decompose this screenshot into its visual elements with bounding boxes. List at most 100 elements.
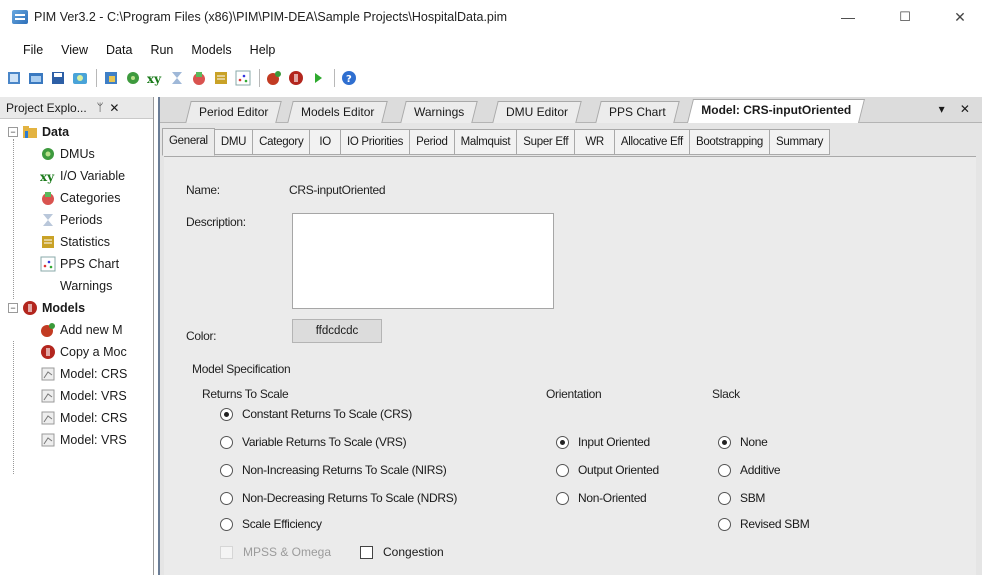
menu-view[interactable]: View — [52, 41, 97, 59]
help-icon[interactable]: ? — [341, 70, 357, 86]
tab-warnings[interactable]: Warnings — [400, 101, 478, 123]
radio-slack-revised-sbm[interactable]: Revised SBM — [718, 517, 810, 531]
radio-slack-none[interactable]: None — [718, 435, 768, 449]
categories-icon[interactable] — [191, 70, 207, 86]
radio-vrs[interactable]: Variable Returns To Scale (VRS) — [220, 435, 407, 449]
subtab-wr[interactable]: WR — [574, 129, 615, 155]
tab-period-editor[interactable]: Period Editor — [185, 101, 283, 123]
new-project-icon[interactable] — [6, 70, 22, 86]
properties-icon[interactable] — [103, 70, 119, 86]
maximize-button[interactable]: ☐ — [895, 8, 915, 26]
radio-slack-additive[interactable]: Additive — [718, 463, 781, 477]
radio-input-oriented[interactable]: Input Oriented — [556, 435, 650, 449]
tree-group-models[interactable]: − Models — [0, 297, 153, 319]
description-label: Description: — [186, 215, 246, 229]
radio-button[interactable] — [220, 517, 233, 531]
menu-file[interactable]: File — [14, 41, 52, 59]
subtab-category[interactable]: Category — [252, 129, 311, 155]
copy-model-icon[interactable] — [288, 70, 304, 86]
statistics-icon[interactable] — [213, 70, 229, 86]
radio-nirs[interactable]: Non-Increasing Returns To Scale (NIRS) — [220, 463, 447, 477]
radio-output-oriented[interactable]: Output Oriented — [556, 463, 659, 477]
radio-button-selected[interactable] — [556, 435, 569, 449]
save-icon[interactable] — [50, 70, 66, 86]
tree-item-model[interactable]: Model: CRS — [0, 407, 153, 429]
subtab-allocative-eff[interactable]: Allocative Eff — [613, 129, 690, 155]
run-icon[interactable] — [310, 70, 326, 86]
radio-button[interactable] — [220, 463, 233, 477]
tab-models-editor[interactable]: Models Editor — [287, 101, 389, 123]
radio-button[interactable] — [556, 491, 569, 505]
radio-button-selected[interactable] — [718, 435, 731, 449]
tree-item-io-variable[interactable]: xy I/O Variable — [0, 165, 153, 187]
pps-chart-icon[interactable] — [235, 70, 251, 86]
tree-item-warnings[interactable]: Warnings — [0, 275, 153, 297]
radio-button[interactable] — [718, 491, 731, 505]
add-model-icon[interactable] — [266, 70, 282, 86]
tree-item-add-model[interactable]: Add new M — [0, 319, 153, 341]
toolbar-separator — [334, 69, 335, 87]
subtab-dmu[interactable]: DMU — [213, 129, 254, 155]
explorer-close-icon[interactable]: ✕ — [109, 101, 119, 115]
tree-item-copy-model[interactable]: Copy a Moc — [0, 341, 153, 363]
save-all-icon[interactable] — [72, 70, 88, 86]
io-variable-icon[interactable]: xy — [147, 70, 163, 86]
subtab-io-priorities[interactable]: IO Priorities — [339, 129, 411, 155]
tree-item-periods[interactable]: Periods — [0, 209, 153, 231]
tree-item-label: Model: VRS — [60, 433, 127, 447]
radio-button[interactable] — [220, 491, 233, 505]
tree-item-model[interactable]: Model: CRS — [0, 363, 153, 385]
open-project-icon[interactable] — [28, 70, 44, 86]
radio-button[interactable] — [718, 463, 731, 477]
title-bar: PIM Ver3.2 - C:\Program Files (x86)\PIM\… — [0, 0, 982, 34]
menu-help[interactable]: Help — [241, 41, 285, 59]
tree-item-label: Categories — [60, 191, 121, 205]
radio-ndrs[interactable]: Non-Decreasing Returns To Scale (NDRS) — [220, 491, 457, 505]
svg-text:?: ? — [346, 74, 352, 85]
close-button[interactable]: ✕ — [950, 8, 970, 26]
checkbox[interactable] — [360, 545, 373, 559]
tree-item-dmus[interactable]: DMUs — [0, 143, 153, 165]
subtab-general[interactable]: General — [162, 128, 215, 156]
dmus-icon[interactable] — [125, 70, 141, 86]
radio-non-oriented[interactable]: Non-Oriented — [556, 491, 647, 505]
subtab-malmquist[interactable]: Malmquist — [453, 129, 518, 155]
subtab-summary[interactable]: Summary — [769, 129, 831, 155]
tree-item-model[interactable]: Model: VRS — [0, 429, 153, 451]
subtab-period[interactable]: Period — [409, 129, 455, 155]
name-value[interactable]: CRS-inputOriented — [289, 183, 386, 197]
description-textarea[interactable] — [292, 213, 554, 309]
tab-overflow-close-icons[interactable]: ▾ ✕ — [939, 102, 976, 116]
subtab-io[interactable]: IO — [309, 129, 341, 155]
periods-icon[interactable] — [169, 70, 185, 86]
collapse-icon[interactable]: − — [8, 127, 18, 137]
subtab-super-eff[interactable]: Super Eff — [516, 129, 576, 155]
color-label: Color: — [186, 329, 217, 343]
subtab-bootstrapping[interactable]: Bootstrapping — [688, 129, 771, 155]
tree-item-pps-chart[interactable]: PPS Chart — [0, 253, 153, 275]
tree-item-statistics[interactable]: Statistics — [0, 231, 153, 253]
tree-group-data[interactable]: − Data — [0, 121, 153, 143]
tree-item-categories[interactable]: Categories — [0, 187, 153, 209]
radio-label: Additive — [740, 463, 781, 477]
tab-model-crs-inputoriented[interactable]: Model: CRS-inputOriented — [687, 99, 865, 123]
tab-pps-chart[interactable]: PPS Chart — [595, 101, 680, 123]
radio-crs[interactable]: Constant Returns To Scale (CRS) — [220, 407, 412, 421]
radio-button[interactable] — [220, 435, 233, 449]
menu-models[interactable]: Models — [182, 41, 240, 59]
collapse-icon[interactable]: − — [8, 303, 18, 313]
radio-slack-sbm[interactable]: SBM — [718, 491, 765, 505]
tab-dmu-editor[interactable]: DMU Editor — [492, 101, 582, 123]
radio-button[interactable] — [556, 463, 569, 477]
menu-data[interactable]: Data — [97, 41, 141, 59]
color-picker-button[interactable]: ffdcdcdc — [292, 319, 382, 343]
window-title: PIM Ver3.2 - C:\Program Files (x86)\PIM\… — [34, 10, 508, 24]
congestion-checkbox[interactable]: Congestion — [360, 545, 444, 559]
tree-item-model[interactable]: Model: VRS — [0, 385, 153, 407]
pin-icon[interactable]: ᛘ — [97, 102, 104, 114]
menu-run[interactable]: Run — [141, 41, 182, 59]
radio-button[interactable] — [718, 517, 731, 531]
minimize-button[interactable]: — — [838, 8, 858, 26]
radio-button-selected[interactable] — [220, 407, 233, 421]
radio-scale-efficiency[interactable]: Scale Efficiency — [220, 517, 322, 531]
